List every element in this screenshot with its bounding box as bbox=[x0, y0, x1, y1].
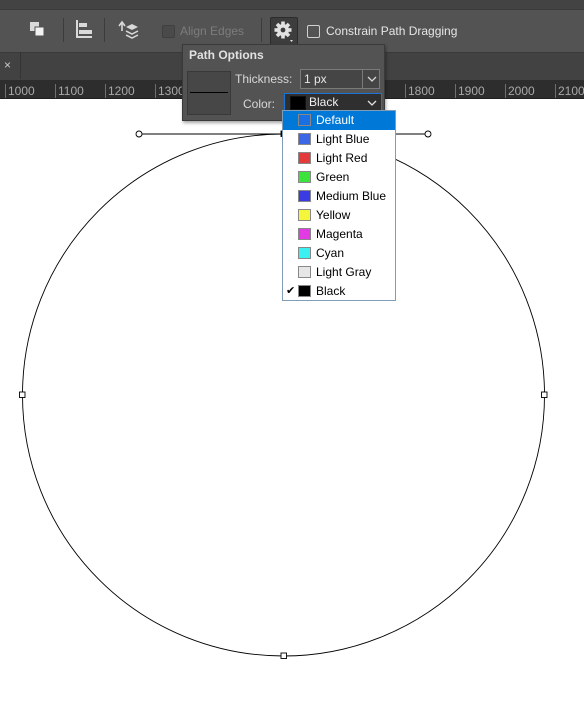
color-option-black[interactable]: ✔ Black bbox=[283, 282, 395, 301]
anchor-point-right bbox=[541, 391, 548, 398]
anchor-point-bottom bbox=[280, 652, 287, 659]
color-swatch bbox=[298, 133, 311, 145]
color-option-magenta[interactable]: Magenta bbox=[283, 225, 395, 244]
color-option-label: Green bbox=[316, 170, 350, 184]
color-option-light-red[interactable]: Light Red bbox=[283, 149, 395, 168]
color-swatch bbox=[298, 209, 311, 221]
color-option-yellow[interactable]: Yellow bbox=[283, 206, 395, 225]
color-swatch bbox=[290, 96, 306, 110]
color-swatch bbox=[298, 152, 311, 164]
color-option-cyan[interactable]: Cyan bbox=[283, 244, 395, 263]
color-option-default[interactable]: Default bbox=[283, 111, 395, 130]
color-label: Color: bbox=[243, 97, 276, 111]
thickness-dropdown-arrow[interactable] bbox=[362, 69, 381, 89]
thickness-label: Thickness: bbox=[235, 72, 293, 86]
chevron-down-icon bbox=[367, 100, 377, 106]
color-swatch bbox=[298, 247, 311, 259]
bezier-handle-right bbox=[424, 130, 432, 138]
color-option-light-gray[interactable]: Light Gray bbox=[283, 263, 395, 282]
anchor-point-left bbox=[19, 391, 26, 398]
panel-title: Path Options bbox=[189, 48, 264, 62]
bezier-handle-left bbox=[135, 130, 143, 138]
color-option-label: Cyan bbox=[316, 246, 345, 260]
color-option-green[interactable]: Green bbox=[283, 168, 395, 187]
color-swatch bbox=[298, 228, 311, 240]
color-swatch bbox=[298, 190, 311, 202]
path-preview bbox=[187, 71, 231, 115]
chevron-down-icon bbox=[367, 76, 377, 82]
thickness-value: 1 px bbox=[304, 72, 327, 86]
color-option-label: Medium Blue bbox=[316, 189, 387, 203]
color-swatch bbox=[298, 171, 311, 183]
color-value: Black bbox=[309, 95, 339, 109]
color-option-label: Light Gray bbox=[316, 265, 372, 279]
color-swatch bbox=[298, 266, 311, 278]
color-option-medium-blue[interactable]: Medium Blue bbox=[283, 187, 395, 206]
checkmark-icon: ✔ bbox=[286, 285, 296, 297]
color-option-label: Light Blue bbox=[316, 132, 370, 146]
color-swatch bbox=[298, 114, 311, 126]
color-option-label: Magenta bbox=[316, 227, 363, 241]
color-option-label: Light Red bbox=[316, 151, 368, 165]
color-option-label: Yellow bbox=[316, 208, 351, 222]
color-option-light-blue[interactable]: Light Blue bbox=[283, 130, 395, 149]
color-swatch bbox=[298, 285, 311, 297]
color-option-label: Default bbox=[316, 113, 355, 127]
color-option-label: Black bbox=[316, 284, 346, 298]
